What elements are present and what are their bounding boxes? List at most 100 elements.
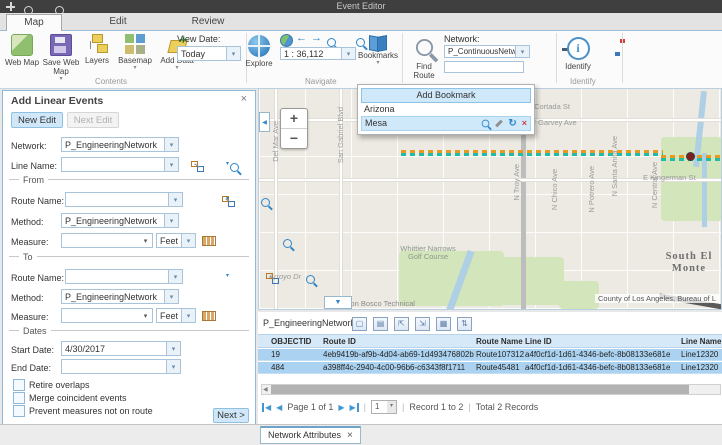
tab-map[interactable]: Map xyxy=(6,14,62,32)
find-route-input[interactable] xyxy=(444,61,524,73)
to-method-select[interactable]: P_EngineeringNetwork▾ xyxy=(61,289,179,304)
tab-close-icon[interactable]: × xyxy=(347,428,353,443)
horizontal-scrollbar[interactable]: ◀ xyxy=(261,384,721,395)
from-method-select[interactable]: P_EngineeringNetwork▾ xyxy=(61,213,179,228)
col-route-id[interactable]: Route ID xyxy=(323,335,476,347)
scrollbar-thumb[interactable] xyxy=(271,385,689,394)
ribbon-tabs: Map Edit Review xyxy=(0,13,722,31)
to-route-zoom-icon[interactable] xyxy=(306,275,315,284)
to-measure-tool-icon[interactable] xyxy=(202,311,216,321)
prev-page-icon[interactable]: ◀ xyxy=(276,403,282,412)
add-data-dropdown-arrow-icon: ▾ xyxy=(175,65,178,71)
bookmark-item-mesa[interactable]: Mesa ↻ × xyxy=(361,116,531,131)
contents-group-label: Contents xyxy=(95,77,127,86)
collapse-panel-button[interactable]: ◀ xyxy=(259,112,270,132)
network-label: Network: xyxy=(444,34,480,44)
network-arrow-icon: ▾ xyxy=(515,46,529,57)
table-row[interactable]: 484 a398ff4c-2940-4c00-96b6-c6343f8f1711… xyxy=(258,362,722,374)
save-web-map-button[interactable]: Save Web Map ▾ xyxy=(42,34,80,82)
to-measure-input[interactable]: ▾ xyxy=(61,308,153,323)
next-page-icon[interactable]: ▶ xyxy=(338,403,344,412)
bottom-tab-bar: Network Attributes × xyxy=(0,424,722,445)
col-route-name[interactable]: Route Name xyxy=(476,335,525,347)
next-extent-icon[interactable]: → xyxy=(311,32,322,44)
view-date-select[interactable]: Today ▾ xyxy=(177,46,241,61)
retire-overlaps-checkbox[interactable] xyxy=(13,379,25,391)
street-label: E Garvey Ave xyxy=(531,118,577,127)
clear-selection-icon[interactable]: ⇲ xyxy=(415,317,430,331)
save-icon xyxy=(50,34,72,56)
layers-button[interactable]: Layers xyxy=(80,34,114,65)
from-measure-zoom-icon[interactable] xyxy=(283,239,292,248)
next-edit-button[interactable]: Next Edit xyxy=(67,112,119,128)
network-select[interactable]: P_ContinuousNetwork ▾ xyxy=(444,45,530,58)
from-unit-select[interactable]: Feet▾ xyxy=(156,233,196,248)
bookmark-zoom-icon[interactable] xyxy=(482,120,490,128)
bookmark-delete-icon[interactable]: × xyxy=(522,117,527,130)
map-zoom-out-button[interactable]: − xyxy=(281,129,307,148)
bookmark-edit-icon[interactable] xyxy=(495,120,503,128)
add-bookmark-button[interactable]: Add Bookmark xyxy=(361,88,531,103)
from-route-zoom-icon[interactable] xyxy=(261,198,270,207)
show-table-icon[interactable]: ▤ xyxy=(373,317,388,331)
park-area xyxy=(559,281,599,309)
next-button[interactable]: Next > xyxy=(213,408,249,423)
find-route-button[interactable]: Find Route xyxy=(406,37,442,80)
tab-edit[interactable]: Edit xyxy=(90,14,146,30)
panel-close-icon[interactable]: × xyxy=(241,93,247,105)
from-measure-input[interactable]: ▾ xyxy=(61,233,153,248)
basemap-button[interactable]: Basemap ▾ xyxy=(114,34,156,71)
sort-icon[interactable]: ⇅ xyxy=(457,317,472,331)
to-select-route-icon[interactable] xyxy=(266,273,279,284)
prevent-measures-checkbox[interactable] xyxy=(13,405,25,417)
poi-label: Don Bosco Technical xyxy=(345,299,415,308)
explore-icon xyxy=(248,35,270,57)
select-line-icon[interactable] xyxy=(191,161,204,172)
bookmark-refresh-icon[interactable]: ↻ xyxy=(508,119,516,129)
previous-extent-icon[interactable]: ← xyxy=(296,32,307,44)
zoom-to-selection-icon[interactable]: ⇱ xyxy=(394,317,409,331)
table-row[interactable]: 19 4eb9419b-af9b-4d04-ab69-1d493476802b … xyxy=(258,349,722,361)
col-line-id[interactable]: Line ID xyxy=(525,335,681,347)
export-table-icon[interactable]: ▦ xyxy=(436,317,451,331)
record-range-text: Record 1 to 2 xyxy=(409,402,463,412)
line-zoom-icon[interactable] xyxy=(230,163,239,172)
total-records-text: Total 2 Records xyxy=(476,402,539,412)
merge-coincident-checkbox[interactable] xyxy=(13,392,25,404)
tab-network-attributes[interactable]: Network Attributes × xyxy=(260,426,361,444)
title-bar: Event Editor xyxy=(0,0,722,13)
full-extent-icon[interactable] xyxy=(280,34,293,47)
panel-network-select[interactable]: P_EngineeringNetwork ▾ xyxy=(61,137,179,152)
line-name-select[interactable]: ▾ xyxy=(61,157,179,172)
save-dropdown-arrow-icon: ▾ xyxy=(59,76,62,82)
select-records-icon[interactable]: ▢ xyxy=(352,317,367,331)
col-objectid[interactable]: OBJECTID xyxy=(271,335,323,347)
line-zoom-arrow-icon[interactable]: ▾ xyxy=(226,161,229,167)
bookmark-item-arizona[interactable]: Arizona xyxy=(361,103,531,116)
map-zoom-in-button[interactable]: + xyxy=(281,109,307,129)
explore-button[interactable]: Explore xyxy=(244,35,274,68)
to-route-name-select[interactable]: ▾ xyxy=(65,269,183,284)
scale-select[interactable]: 1 : 36,112 ▾ xyxy=(280,47,356,60)
to-unit-select[interactable]: Feet▾ xyxy=(156,308,196,323)
from-route-name-select[interactable]: ▾ xyxy=(65,192,183,207)
last-page-icon[interactable]: ▶ xyxy=(350,403,359,412)
from-method-label: Method: xyxy=(11,217,44,227)
end-date-select[interactable]: ▾ xyxy=(61,359,181,374)
page-select[interactable]: 1 ▾ xyxy=(371,400,397,414)
collapse-table-button[interactable]: ▼ xyxy=(324,296,352,309)
bookmarks-button[interactable]: Bookmarks ▾ xyxy=(356,35,400,66)
new-edit-button[interactable]: New Edit xyxy=(11,112,63,128)
web-map-button[interactable]: Web Map xyxy=(4,34,40,67)
from-measure-tool-icon[interactable] xyxy=(202,236,216,246)
start-date-select[interactable]: 4/30/2017▾ xyxy=(61,341,181,356)
map-attribution: County of Los Angeles, Bureau of L xyxy=(595,294,719,303)
first-page-icon[interactable]: ◀ xyxy=(262,403,271,412)
identify-button[interactable]: i Identify xyxy=(562,37,594,71)
identify-icon: i xyxy=(567,37,590,60)
col-line-name[interactable]: Line Name xyxy=(681,335,722,347)
river xyxy=(702,153,707,227)
ribbon-zoom-in-icon[interactable] xyxy=(327,38,336,47)
tab-review[interactable]: Review xyxy=(176,14,240,30)
to-section-label: To xyxy=(19,252,37,262)
